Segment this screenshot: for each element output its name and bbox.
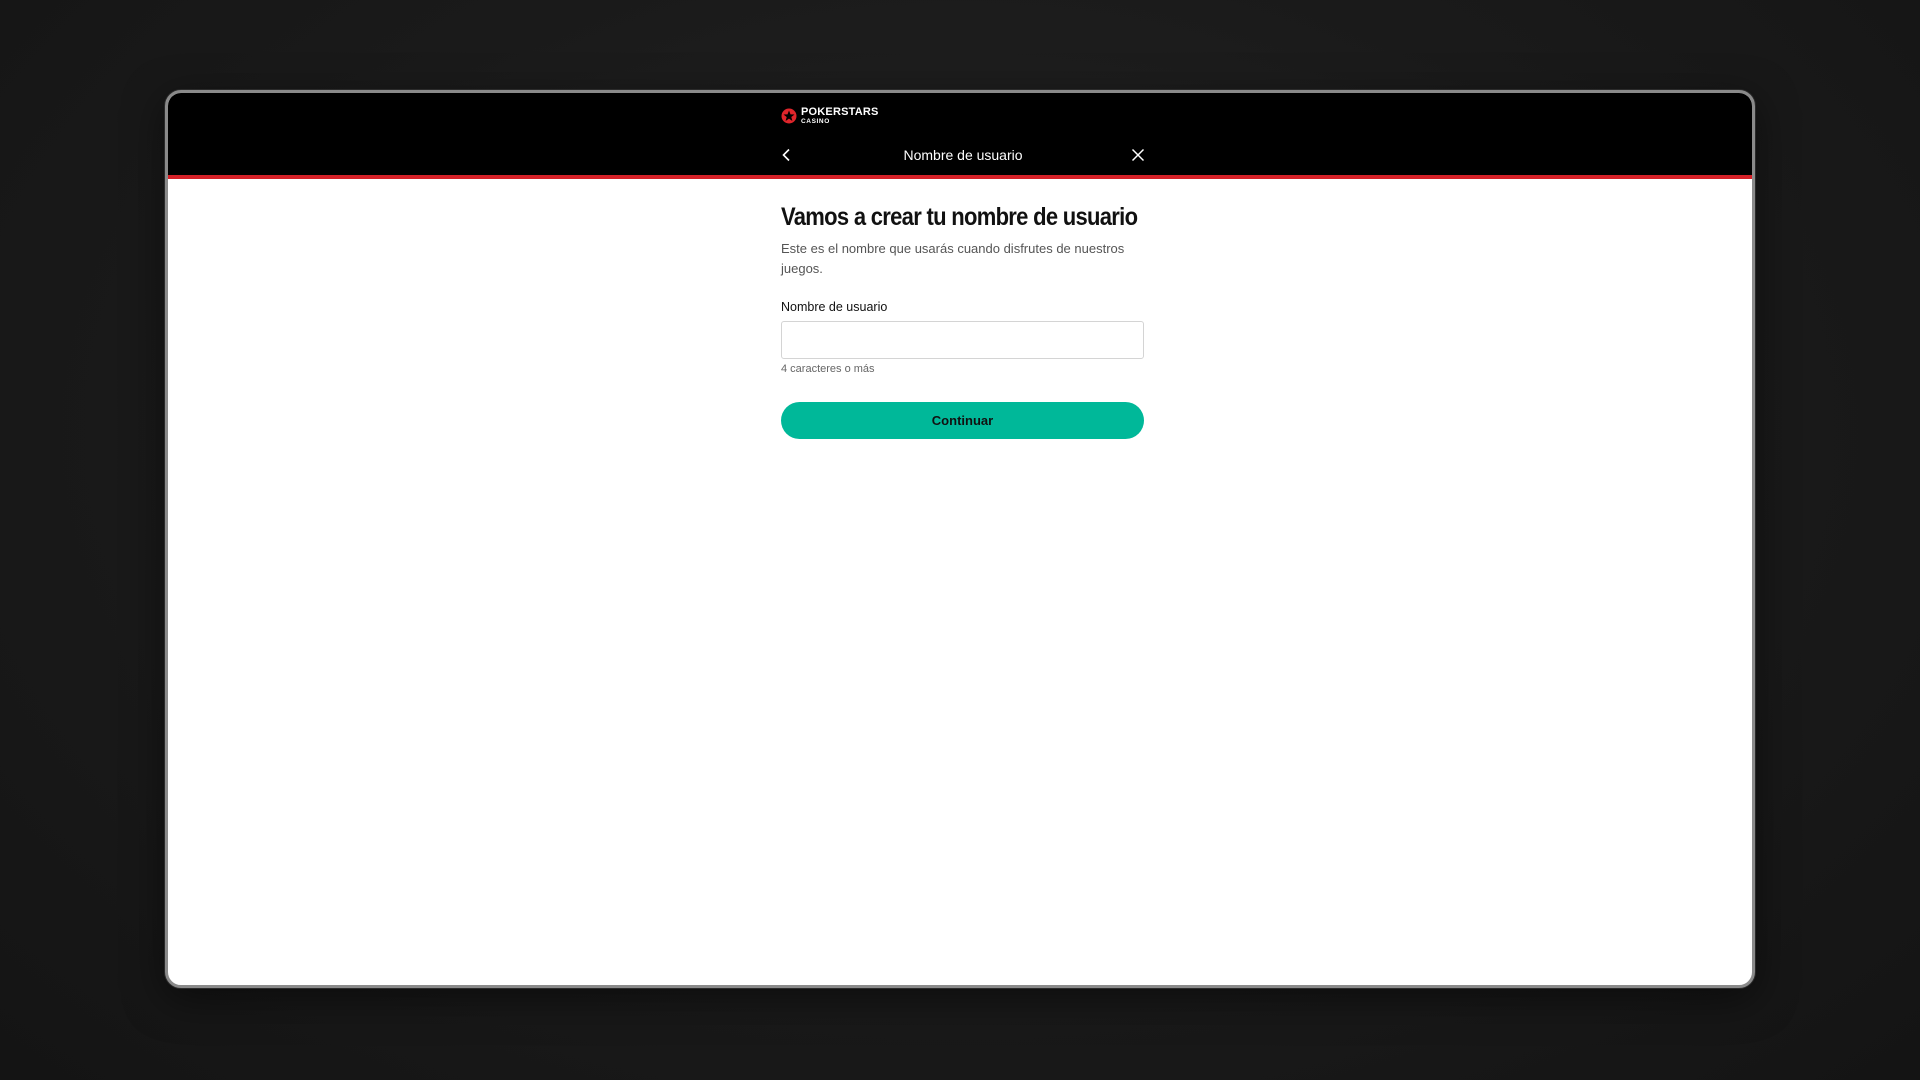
chevron-left-icon — [782, 148, 790, 162]
nav-row: Nombre de usuario — [781, 143, 1145, 167]
header-bar: POKERSTARS CASINO Nombre de usuario — [168, 93, 1752, 179]
signup-form: Vamos a crear tu nombre de usuario Este … — [781, 201, 1145, 439]
username-hint: 4 caracteres o más — [781, 363, 875, 375]
brand-name: POKERSTARS — [801, 106, 879, 118]
star-logo-icon — [781, 108, 797, 124]
username-label: Nombre de usuario — [781, 300, 888, 314]
username-input[interactable] — [781, 321, 1144, 359]
brand-sub: CASINO — [801, 118, 830, 125]
close-icon — [1131, 148, 1145, 162]
back-button[interactable] — [781, 145, 801, 165]
page-description: Este es el nombre que usarás cuando disf… — [781, 241, 1125, 276]
page-title: Vamos a crear tu nombre de usuario — [781, 203, 1138, 231]
brand-wordmark: POKERSTARS CASINO — [801, 107, 879, 126]
app-window: POKERSTARS CASINO Nombre de usuario Vamo… — [165, 90, 1755, 988]
brand-logo: POKERSTARS CASINO — [781, 107, 879, 126]
continue-button[interactable]: Continuar — [781, 402, 1144, 439]
nav-title: Nombre de usuario — [903, 147, 1023, 163]
close-button[interactable] — [1125, 145, 1145, 165]
